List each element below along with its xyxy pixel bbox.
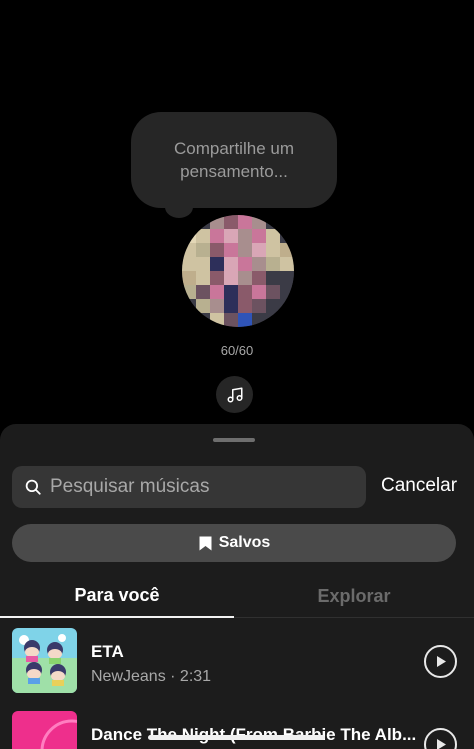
saved-button-label: Salvos (218, 534, 271, 551)
avatar-pixel (210, 257, 224, 271)
avatar-pixel (266, 257, 280, 271)
avatar-pixel (210, 215, 224, 229)
play-icon (436, 739, 446, 749)
avatar-pixel (252, 299, 266, 313)
avatar-pixel (196, 215, 210, 229)
avatar-pixel (196, 313, 210, 327)
search-input[interactable] (50, 476, 366, 498)
tab-explorar[interactable]: Explorar (234, 574, 474, 618)
avatar-pixel (182, 243, 196, 257)
avatar-pixel (280, 299, 294, 313)
avatar-pixel (182, 271, 196, 285)
add-music-button[interactable] (216, 376, 253, 413)
sheet-grabber[interactable] (213, 438, 255, 442)
avatar-pixel (196, 285, 210, 299)
avatar-pixel (196, 299, 210, 313)
play-icon (436, 656, 446, 667)
avatar-pixel (182, 299, 196, 313)
character-counter: 60/60 (220, 343, 254, 358)
avatar-pixel (266, 285, 280, 299)
avatar-pixel (224, 271, 238, 285)
avatar-pixel (182, 285, 196, 299)
search-icon (25, 479, 41, 495)
avatar-pixel (196, 229, 210, 243)
bookmark-icon (199, 536, 212, 550)
thought-placeholder: Compartilhe um pensamento... (174, 139, 294, 181)
avatar-pixel (182, 229, 196, 243)
avatar-pixel (238, 243, 252, 257)
avatar-pixel (280, 229, 294, 243)
search-field[interactable] (12, 466, 366, 508)
avatar-pixel (238, 313, 252, 327)
avatar-pixel (280, 257, 294, 271)
avatar-pixel (252, 313, 266, 327)
home-indicator[interactable] (148, 735, 325, 740)
avatar-pixel (196, 257, 210, 271)
song-artist-duration: NewJeans · 2:31 (91, 668, 212, 685)
album-cover (12, 711, 77, 749)
avatar-pixel (238, 299, 252, 313)
avatar-pixel (210, 285, 224, 299)
avatar-pixel (238, 229, 252, 243)
song-title: ETA (91, 642, 124, 661)
avatar-pixel (182, 313, 196, 327)
avatar-pixel (266, 313, 280, 327)
avatar-pixel (196, 271, 210, 285)
avatar-pixel (224, 257, 238, 271)
tab-bar: Para você Explorar (0, 574, 474, 618)
avatar-pixel (196, 243, 210, 257)
cancel-button[interactable]: Cancelar (381, 475, 457, 497)
avatar-pixel (252, 257, 266, 271)
avatar-pixel (238, 271, 252, 285)
play-button[interactable] (424, 645, 457, 678)
avatar-pixel (252, 229, 266, 243)
album-cover (12, 628, 77, 693)
music-note-icon (227, 387, 242, 402)
avatar-pixelated-image (182, 215, 294, 327)
avatar-pixel (280, 271, 294, 285)
list-item[interactable]: Dance The Night (From Barbie The Alb... (0, 711, 474, 749)
avatar-pixel (266, 243, 280, 257)
avatar-pixel (224, 299, 238, 313)
avatar-pixel (252, 285, 266, 299)
note-composer: Compartilhe um pensamento... 60/60 (0, 0, 474, 425)
avatar-pixel (224, 229, 238, 243)
avatar-pixel (238, 285, 252, 299)
avatar-pixel (238, 257, 252, 271)
music-picker-sheet: Cancelar Salvos Para você Explorar (0, 424, 474, 749)
saved-button[interactable]: Salvos (12, 524, 456, 562)
avatar-pixel (280, 243, 294, 257)
avatar-pixel (224, 243, 238, 257)
avatar-pixel (266, 299, 280, 313)
avatar-pixel (224, 285, 238, 299)
avatar-pixel (210, 299, 224, 313)
tab-para-voce[interactable]: Para você (0, 574, 234, 618)
avatar-pixel (182, 257, 196, 271)
list-item[interactable]: ETA NewJeans · 2:31 (0, 628, 474, 698)
play-button[interactable] (424, 728, 457, 749)
avatar-pixel (224, 215, 238, 229)
avatar-pixel (252, 215, 266, 229)
avatar-pixel (210, 271, 224, 285)
avatar-pixel (266, 215, 280, 229)
avatar-pixel (280, 215, 294, 229)
avatar-pixel (224, 313, 238, 327)
avatar-pixel (252, 271, 266, 285)
avatar (182, 215, 294, 327)
avatar-pixel (238, 215, 252, 229)
avatar-pixel (210, 243, 224, 257)
avatar-pixel (266, 271, 280, 285)
avatar-pixel (266, 229, 280, 243)
avatar-pixel (280, 285, 294, 299)
thought-bubble[interactable]: Compartilhe um pensamento... (131, 112, 337, 208)
avatar-pixel (252, 243, 266, 257)
avatar-pixel (210, 229, 224, 243)
avatar-pixel (210, 313, 224, 327)
avatar-pixel (280, 313, 294, 327)
